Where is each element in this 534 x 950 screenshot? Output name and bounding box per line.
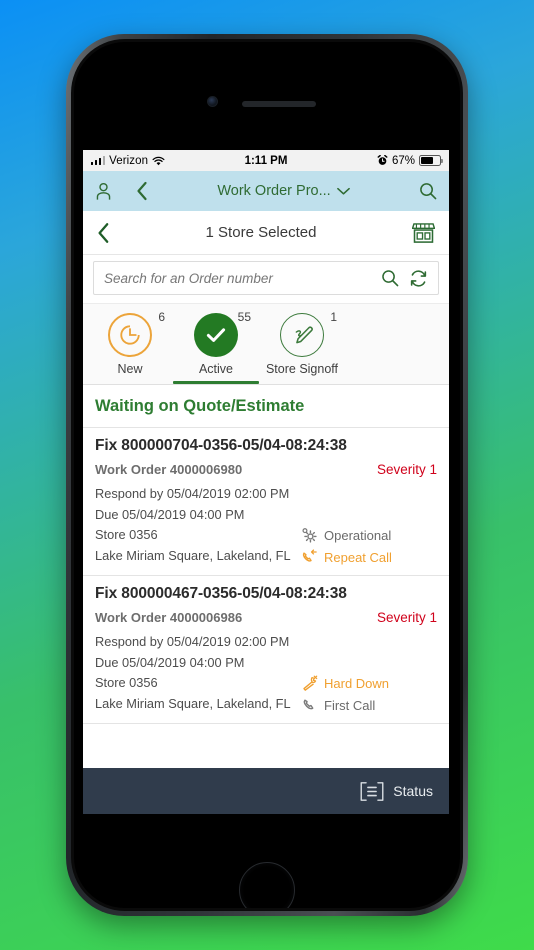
work-order-row: Work Order 4000006980 Severity 1	[95, 462, 437, 477]
front-camera-icon	[207, 96, 218, 107]
bottom-status-bar: Status	[83, 768, 449, 814]
work-order-card[interactable]: Fix 800000467-0356-05/04-08:24:38 Work O…	[83, 576, 449, 724]
pencil-icon	[280, 313, 324, 357]
status-bar-left: Verizon	[91, 155, 165, 167]
severity-badge: Severity 1	[376, 462, 437, 477]
home-button[interactable]	[239, 862, 295, 908]
card-body: Respond by 05/04/2019 02:00 PM Due 05/04…	[95, 632, 437, 715]
store-back-button[interactable]	[97, 222, 110, 244]
flag-operational: Operational	[301, 527, 391, 544]
tab-store-signoff-badge-wrap: 1	[280, 310, 337, 357]
phone-frame: Verizon 1:11 PM 67% Work Order Pro... 1 …	[66, 34, 468, 916]
bracketed-list-icon[interactable]	[359, 781, 385, 802]
due-date: Due 05/04/2019 04:00 PM	[95, 654, 245, 670]
alarm-clock-icon	[377, 155, 388, 166]
card-flags: Operational Repeat Call	[301, 484, 437, 567]
tab-active-count: 55	[237, 310, 251, 324]
flag-first-call: First Call	[301, 697, 375, 714]
status-tabs: 6 New 55 Active 1 Store Signoff	[83, 303, 449, 385]
tab-active-underline	[173, 381, 259, 384]
card-details: Respond by 05/04/2019 02:00 PM Due 05/04…	[95, 632, 301, 715]
search-icon[interactable]	[381, 269, 399, 287]
flag-operational-label: Operational	[324, 527, 392, 543]
store-number: Store 0356	[95, 527, 158, 543]
respond-by: Respond by 05/04/2019 02:00 PM	[95, 633, 290, 649]
status-button-label[interactable]: Status	[393, 783, 433, 799]
tab-new-label: New	[117, 362, 143, 376]
carrier-label: Verizon	[109, 154, 149, 167]
app-navbar: Work Order Pro...	[83, 171, 449, 211]
navbar-title: Work Order Pro...	[217, 183, 331, 199]
tab-active[interactable]: 55 Active	[173, 304, 259, 384]
work-order-card[interactable]: Fix 800000704-0356-05/04-08:24:38 Work O…	[83, 428, 449, 576]
flag-hard-down: Hard Down	[301, 675, 389, 692]
card-flags: Hard Down First Call	[301, 632, 437, 715]
fix-id: Fix 800000704-0356-05/04-08:24:38	[95, 437, 347, 454]
tab-store-signoff[interactable]: 1 Store Signoff	[259, 304, 345, 384]
tab-new-badge-wrap: 6	[108, 310, 165, 357]
navbar-search-icon[interactable]	[419, 182, 437, 200]
store-location: Lake Miriam Square, Lakeland, FL	[95, 696, 291, 712]
store-number: Store 0356	[95, 675, 158, 691]
search-box[interactable]	[93, 261, 439, 295]
wifi-icon	[152, 156, 165, 166]
fix-id: Fix 800000467-0356-05/04-08:24:38	[95, 584, 347, 602]
store-selection-bar: 1 Store Selected	[83, 211, 449, 255]
tab-new-count: 6	[158, 310, 165, 324]
phone-glass: Verizon 1:11 PM 67% Work Order Pro... 1 …	[74, 42, 460, 908]
tab-active-badge-wrap: 55	[194, 310, 251, 357]
earpiece-speaker	[242, 101, 316, 107]
flag-repeat-call: Repeat Call	[301, 549, 392, 566]
store-location: Lake Miriam Square, Lakeland, FL	[95, 548, 291, 564]
navbar-title-dropdown[interactable]: Work Order Pro...	[148, 183, 419, 199]
ios-status-bar: Verizon 1:11 PM 67%	[83, 150, 449, 171]
storefront-icon[interactable]	[412, 222, 435, 244]
flag-repeat-call-label: Repeat Call	[324, 549, 392, 565]
flag-hard-down-label: Hard Down	[324, 675, 390, 691]
work-order-list: Waiting on Quote/Estimate Fix 800000704-…	[83, 385, 449, 724]
store-selected-label: 1 Store Selected	[205, 224, 317, 241]
work-order-number: Work Order 4000006986	[95, 609, 243, 625]
tab-new-underline	[87, 381, 173, 384]
app-screen: Verizon 1:11 PM 67% Work Order Pro... 1 …	[83, 150, 449, 814]
flag-first-call-label: First Call	[324, 697, 376, 713]
battery-icon	[419, 155, 443, 166]
clock-icon	[108, 313, 152, 357]
work-order-number: Work Order 4000006980	[95, 462, 243, 477]
card-body: Respond by 05/04/2019 02:00 PM Due 05/04…	[95, 484, 437, 567]
card-details: Respond by 05/04/2019 02:00 PM Due 05/04…	[95, 484, 301, 567]
search-input[interactable]	[104, 270, 371, 286]
search-area	[83, 255, 449, 303]
gear-icon	[301, 527, 318, 544]
navbar-back-button[interactable]	[136, 181, 148, 201]
severity-badge: Severity 1	[376, 609, 437, 625]
phone-icon	[301, 697, 318, 714]
tab-store-signoff-label: Store Signoff	[265, 362, 339, 376]
signal-bars-icon	[91, 156, 106, 165]
status-bar-right: 67%	[377, 154, 443, 167]
repeat-call-icon	[301, 549, 318, 566]
due-date: Due 05/04/2019 04:00 PM	[95, 506, 245, 522]
refresh-icon[interactable]	[409, 269, 428, 288]
tab-new[interactable]: 6 New	[87, 304, 173, 384]
tab-store-signoff-count: 1	[330, 310, 337, 324]
work-order-row: Work Order 4000006986 Severity 1	[95, 610, 437, 625]
check-icon	[194, 313, 238, 357]
phone-bezel: Verizon 1:11 PM 67% Work Order Pro... 1 …	[71, 39, 463, 911]
wrench-x-icon	[301, 675, 318, 692]
tab-store-signoff-underline	[259, 381, 345, 384]
battery-percent-label: 67%	[391, 154, 415, 167]
tab-active-label: Active	[198, 362, 234, 376]
chevron-down-icon	[336, 187, 350, 196]
person-icon[interactable]	[95, 182, 112, 201]
section-header: Waiting on Quote/Estimate	[83, 385, 449, 428]
respond-by: Respond by 05/04/2019 02:00 PM	[95, 486, 290, 501]
